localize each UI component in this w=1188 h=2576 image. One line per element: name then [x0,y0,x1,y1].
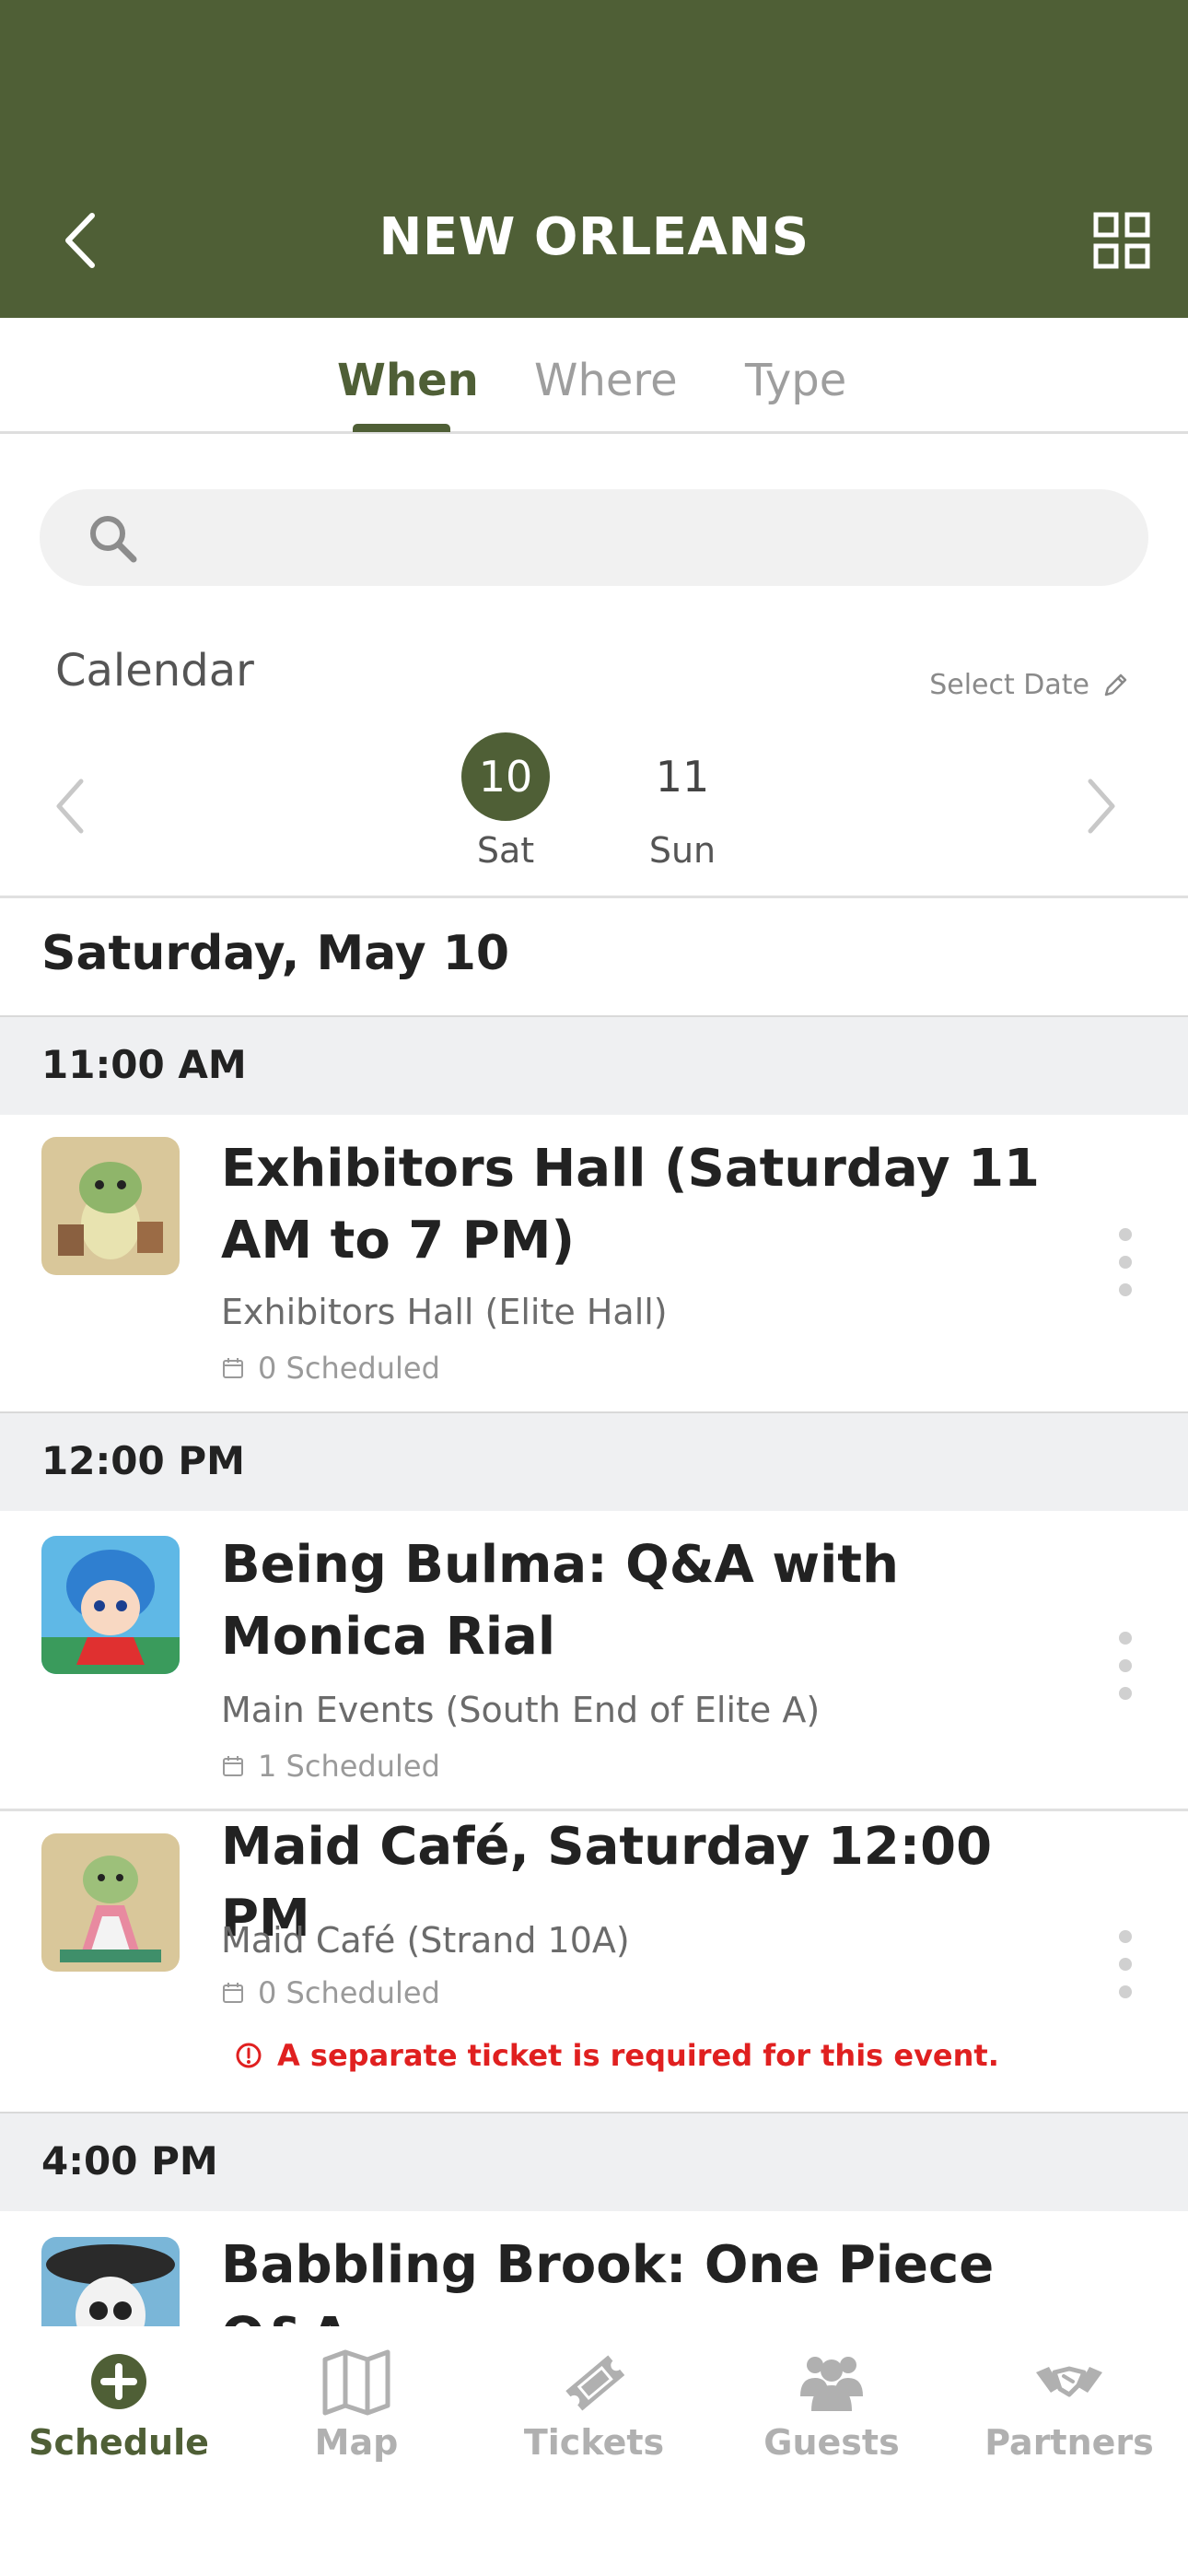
event-more-button[interactable] [1110,1629,1141,1703]
nav-map[interactable]: Map [238,2345,475,2463]
time-slot-header: 11:00 AM [0,1015,1188,1115]
tab-when[interactable]: When [337,355,479,406]
event-more-button[interactable] [1110,1927,1141,2001]
bottom-navigation: Schedule Map Tickets Guests Partners [0,2326,1188,2576]
nav-label: Schedule [29,2422,209,2463]
date-option-sat[interactable]: 10 Sat [455,732,556,871]
event-row[interactable]: Exhibitors Hall (Saturday 11 AM to 7 PM)… [0,1115,1188,1410]
time-slot-header: 4:00 PM [0,2112,1188,2211]
chevron-right-icon [1088,779,1115,834]
event-location: Exhibitors Hall (Elite Hall) [221,1292,668,1332]
tab-where[interactable]: Where [534,355,678,406]
event-row[interactable]: Babbling Brook: One Piece Q&A [0,2211,1188,2326]
search-icon [90,516,137,563]
tab-type[interactable]: Type [745,355,846,406]
map-icon [322,2349,390,2416]
nav-tickets[interactable]: Tickets [475,2345,713,2463]
more-vertical-icon [1119,1228,1132,1296]
alert-circle-icon [236,2043,262,2068]
next-dates-button[interactable] [1077,774,1124,838]
time-label: 11:00 AM [41,1042,247,1087]
date-number: 10 [461,732,550,821]
event-title: Babbling Brook: One Piece Q&A [221,2235,995,2326]
event-row[interactable]: Maid Café, Saturday 12:00 PM Maid Café (… [0,1811,1188,2111]
nav-partners[interactable]: Partners [950,2345,1188,2463]
app-header: NEW ORLEANS [0,0,1188,318]
search-bar [40,489,1148,586]
event-thumbnail [41,1137,180,1275]
ticket-icon [565,2355,625,2411]
event-scheduled-count: 0 Scheduled [221,1351,440,1386]
date-number: 11 [655,752,710,802]
search-input[interactable] [155,502,1122,572]
nav-label: Tickets [523,2422,665,2463]
time-slot-header: 12:00 PM [0,1411,1188,1511]
previous-dates-button[interactable] [48,774,94,838]
more-vertical-icon [1119,1930,1132,1998]
date-weekday: Sat [476,830,535,871]
event-title: Exhibitors Hall (Saturday 11 AM to 7 PM) [221,1139,1040,1270]
event-row[interactable]: Being Bulma: Q&A with Monica Rial Main E… [0,1511,1188,1808]
nav-guests[interactable]: Guests [713,2345,950,2463]
calendar-icon [223,1756,243,1776]
nav-label: Guests [763,2422,900,2463]
scheduled-count-label: 0 Scheduled [258,1975,440,2010]
ticket-warning-text: A separate ticket is required for this e… [277,2038,999,2073]
select-date-button[interactable]: Select Date [929,669,1130,701]
date-heading: Saturday, May 10 [41,926,510,981]
event-more-button[interactable] [1110,1225,1141,1299]
calendar-icon [223,1358,243,1378]
event-title: Being Bulma: Q&A with Monica Rial [221,1535,899,1667]
handshake-icon [1036,2366,1102,2397]
calendar-icon [223,1983,243,2003]
event-thumbnail [41,1536,180,1674]
event-scheduled-count: 1 Scheduled [221,1749,440,1784]
filter-tabs: When Where Type [0,318,1188,434]
ticket-warning: A separate ticket is required for this e… [235,2038,999,2073]
scheduled-count-label: 0 Scheduled [258,1351,440,1386]
plus-circle-icon [91,2354,146,2409]
event-scheduled-count: 0 Scheduled [221,1975,440,2010]
nav-schedule[interactable]: Schedule [0,2345,238,2463]
event-location: Maid Café (Strand 10A) [221,1920,630,1961]
grid-icon [1093,212,1150,269]
time-label: 12:00 PM [41,1438,245,1483]
date-option-sun[interactable]: 11 Sun [632,732,733,871]
guests-icon [800,2357,863,2411]
pencil-icon [1104,673,1127,696]
divider [0,896,1188,898]
scheduled-count-label: 1 Scheduled [258,1749,440,1784]
page-title: NEW ORLEANS [379,207,809,267]
event-thumbnail [41,1833,180,1972]
chevron-left-icon [56,779,84,834]
event-location: Main Events (South End of Elite A) [221,1690,821,1730]
grid-view-button[interactable] [1093,212,1150,269]
event-thumbnail [41,2237,180,2326]
nav-label: Map [314,2422,399,2463]
time-label: 4:00 PM [41,2138,218,2184]
select-date-label: Select Date [929,669,1089,701]
calendar-label: Calendar [55,645,254,697]
active-tab-indicator [353,424,450,432]
more-vertical-icon [1119,1632,1132,1700]
date-weekday: Sun [648,830,716,871]
nav-label: Partners [984,2422,1154,2463]
